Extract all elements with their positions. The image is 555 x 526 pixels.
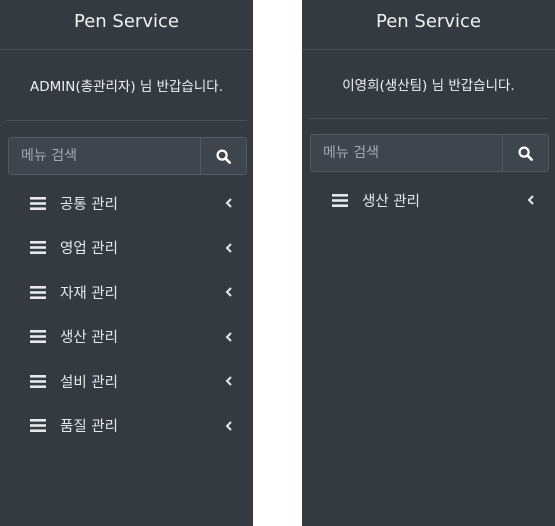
chevron-left-icon — [527, 195, 534, 205]
sidebar-admin: Pen Service ADMIN(총관리자) 님 반갑습니다. 공통 관리 영… — [0, 0, 253, 526]
search-button[interactable] — [502, 135, 548, 171]
bars-icon — [30, 241, 46, 255]
sidebar-item-sales[interactable]: 영업 관리 — [0, 226, 253, 271]
welcome-message: 이영희(생산팀) 님 반갑습니다. — [308, 50, 549, 119]
bars-icon — [332, 193, 348, 207]
search-input[interactable] — [311, 135, 502, 171]
sidebar-item-label: 공통 관리 — [60, 196, 118, 213]
sidebar-production-team: Pen Service 이영희(생산팀) 님 반갑습니다. 생산 관리 — [302, 0, 555, 526]
chevron-left-icon — [225, 287, 232, 297]
sidebar-menu: 공통 관리 영업 관리 자재 관리 생산 관리 설비 관리 품질 관리 — [0, 175, 253, 448]
chevron-left-icon — [225, 421, 232, 431]
sidebar-item-materials[interactable]: 자재 관리 — [0, 270, 253, 315]
sidebar-item-quality[interactable]: 품질 관리 — [0, 404, 253, 449]
search-button[interactable] — [200, 138, 246, 174]
brand-title[interactable]: Pen Service — [0, 0, 253, 50]
sidebar-item-label: 설비 관리 — [60, 374, 118, 391]
sidebar-item-production[interactable]: 생산 관리 — [302, 178, 555, 223]
chevron-left-icon — [225, 332, 232, 342]
menu-search — [8, 137, 247, 175]
search-input[interactable] — [9, 138, 200, 174]
chevron-left-icon — [225, 243, 232, 253]
sidebar-item-label: 품질 관리 — [60, 419, 118, 436]
sidebar-item-label: 생산 관리 — [362, 193, 420, 210]
bars-icon — [30, 330, 46, 344]
brand-title[interactable]: Pen Service — [302, 0, 555, 50]
sidebar-item-label: 영업 관리 — [60, 241, 118, 258]
bars-icon — [30, 196, 46, 210]
chevron-left-icon — [225, 376, 232, 386]
search-icon — [216, 148, 231, 164]
sidebar-item-production[interactable]: 생산 관리 — [0, 315, 253, 360]
chevron-left-icon — [225, 198, 232, 208]
welcome-message: ADMIN(총관리자) 님 반갑습니다. — [6, 50, 247, 121]
bars-icon — [30, 419, 46, 433]
bars-icon — [30, 285, 46, 299]
search-icon — [518, 145, 533, 161]
sidebar-item-common[interactable]: 공통 관리 — [0, 181, 253, 226]
sidebar-item-equipment[interactable]: 설비 관리 — [0, 359, 253, 404]
sidebar-item-label: 생산 관리 — [60, 330, 118, 347]
sidebar-menu: 생산 관리 — [302, 172, 555, 223]
bars-icon — [30, 374, 46, 388]
sidebar-item-label: 자재 관리 — [60, 285, 118, 302]
menu-search — [310, 134, 549, 172]
